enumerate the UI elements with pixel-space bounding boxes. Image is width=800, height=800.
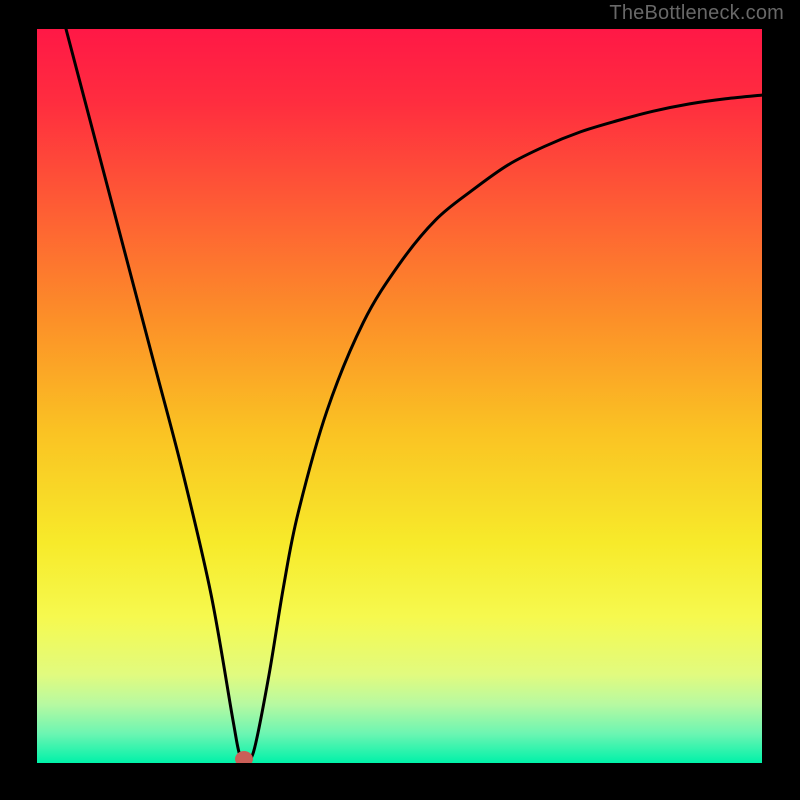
watermark-text: TheBottleneck.com xyxy=(609,2,784,25)
chart-frame: TheBottleneck.com xyxy=(0,0,800,800)
optimal-point-marker xyxy=(235,751,253,763)
bottleneck-curve xyxy=(37,29,762,763)
plot-area xyxy=(37,29,762,763)
